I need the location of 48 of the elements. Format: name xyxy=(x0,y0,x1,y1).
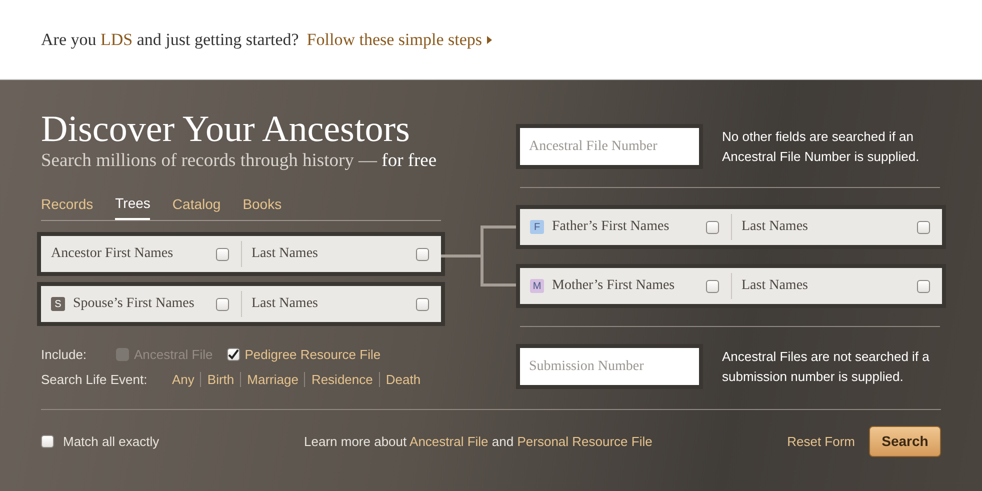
checkbox[interactable] xyxy=(917,280,930,292)
steps-link[interactable]: Follow these simple steps xyxy=(306,30,492,50)
life-event-link[interactable]: Marriage xyxy=(240,372,304,386)
last-name-field[interactable]: Last Names xyxy=(742,219,917,235)
ancestral-file-number-field[interactable]: Ancestral File Number xyxy=(516,124,703,169)
last-name-field[interactable]: Last Names xyxy=(742,278,917,294)
life-event-link[interactable]: Birth xyxy=(200,372,240,386)
submission-note: Ancestral Files are not searched if a submission number is supplied. xyxy=(722,348,930,386)
tab[interactable]: Trees xyxy=(115,194,150,220)
life-event-link[interactable]: Residence xyxy=(304,372,379,386)
caret-icon xyxy=(487,36,492,44)
first-name-field[interactable]: Father’s First Names xyxy=(552,219,706,235)
first-name-field[interactable]: Ancestor First Names xyxy=(51,246,216,262)
search-button[interactable]: Search xyxy=(869,426,941,456)
checkbox[interactable] xyxy=(216,298,228,310)
life-event-link[interactable]: Any xyxy=(172,372,200,386)
first-name-field[interactable]: Mother’s First Names xyxy=(552,278,706,294)
banner-text: Are you LDS and just getting started? xyxy=(41,30,299,50)
checkbox[interactable] xyxy=(41,434,54,448)
checkbox[interactable] xyxy=(706,280,718,292)
badge: M xyxy=(530,279,544,293)
match-exactly-option[interactable]: Match all exactly xyxy=(41,434,304,448)
first-name-field[interactable]: Spouse’s First Names xyxy=(73,296,216,312)
reset-link[interactable]: Reset Form xyxy=(787,434,855,448)
checkbox[interactable] xyxy=(226,348,240,360)
tab[interactable]: Books xyxy=(242,194,282,220)
resource-file-link[interactable]: Personal Resource File xyxy=(517,434,652,448)
life-event-link[interactable]: Death xyxy=(378,372,427,386)
badge: S xyxy=(51,297,65,311)
last-name-field[interactable]: Last Names xyxy=(252,296,416,312)
learn-more-text: Learn more about Ancestral File and Personal Resource File xyxy=(304,434,652,448)
include-label: Include: xyxy=(41,346,88,362)
tab[interactable]: Records xyxy=(41,194,94,220)
ancestral-file-link[interactable]: Ancestral File xyxy=(410,434,488,448)
subtitle: Search millions of records through history — for free xyxy=(41,150,438,172)
checkbox[interactable] xyxy=(706,220,718,234)
tab[interactable]: Catalog xyxy=(172,194,221,220)
page-title: Discover Your Ancestors xyxy=(41,110,411,150)
checkbox[interactable] xyxy=(216,248,228,260)
life-event-label: Search Life Event: xyxy=(41,372,148,386)
submission-number-field[interactable]: Submission Number xyxy=(516,344,703,389)
checkbox[interactable] xyxy=(416,248,429,260)
ancestral-file-note: No other fields are searched if an Ancestral File Number is supplied. xyxy=(722,128,920,166)
include-option[interactable]: Pedigree Resource File xyxy=(226,346,381,362)
last-name-field[interactable]: Last Names xyxy=(252,246,416,262)
checkbox[interactable] xyxy=(917,220,930,234)
badge: F xyxy=(530,220,544,234)
checkbox[interactable] xyxy=(416,298,429,310)
